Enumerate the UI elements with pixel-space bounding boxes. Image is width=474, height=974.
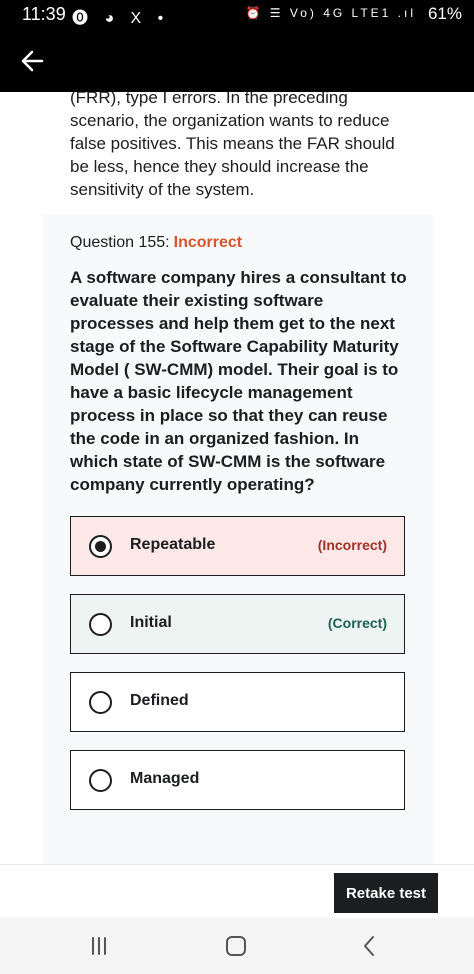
question-card: Question 155: Incorrect A software compan… — [43, 214, 433, 864]
option-label: Defined — [130, 692, 189, 709]
radio-icon[interactable] — [89, 613, 112, 636]
answer-option-managed[interactable]: Managed — [70, 750, 405, 810]
signal-icons: ⏰ ☰ Vo) 4G LTE1 .ıl — [245, 6, 416, 20]
option-label: Initial — [130, 614, 172, 631]
radio-icon[interactable] — [89, 691, 112, 714]
app-bar — [0, 30, 474, 92]
system-nav-bar — [0, 918, 474, 974]
arrow-left-icon — [21, 50, 44, 72]
radio-icon[interactable] — [89, 769, 112, 792]
status-bar: 11:39 ⓿ ◕ X • ⏰ ☰ Vo) 4G LTE1 .ıl 61% — [0, 0, 474, 30]
explanation-body: scenario, the organization wants to redu… — [70, 111, 395, 199]
nav-back-button[interactable] — [355, 932, 385, 960]
question-header: Question 155: Incorrect — [70, 234, 242, 252]
home-icon — [226, 936, 246, 956]
question-number: Question 155: — [70, 234, 170, 251]
status-time: 11:39 — [22, 4, 66, 24]
home-button[interactable] — [221, 932, 251, 960]
option-result-tag: (Incorrect) — [317, 537, 387, 553]
explanation-text: (FRR), type I errors. In the preceding s… — [70, 92, 410, 201]
notification-icons: ⓿ ◕ X • — [72, 10, 170, 27]
recents-icon — [92, 937, 106, 955]
question-status: Incorrect — [173, 234, 243, 251]
option-result-tag: (Correct) — [327, 615, 387, 631]
recents-button[interactable] — [84, 932, 114, 960]
question-text: A software company hires a consultant to… — [70, 268, 407, 494]
back-button[interactable] — [14, 42, 52, 80]
answer-option-defined[interactable]: Defined — [70, 672, 405, 732]
footer-bar: Retake test — [0, 864, 474, 918]
battery-indicator: 61% — [427, 4, 462, 23]
scroll-content[interactable]: (FRR), type I errors. In the preceding s… — [0, 92, 474, 864]
back-chevron-icon — [364, 936, 374, 956]
option-label: Managed — [130, 770, 200, 787]
answer-option-initial[interactable]: Initial (Correct) — [70, 594, 405, 654]
radio-selected-icon[interactable] — [89, 535, 112, 558]
explanation-partial-line: (FRR), type I errors. In the preceding — [70, 92, 348, 107]
retake-test-button[interactable]: Retake test — [334, 873, 438, 913]
answer-option-repeatable[interactable]: Repeatable (Incorrect) — [70, 516, 405, 576]
option-label: Repeatable — [130, 536, 216, 553]
